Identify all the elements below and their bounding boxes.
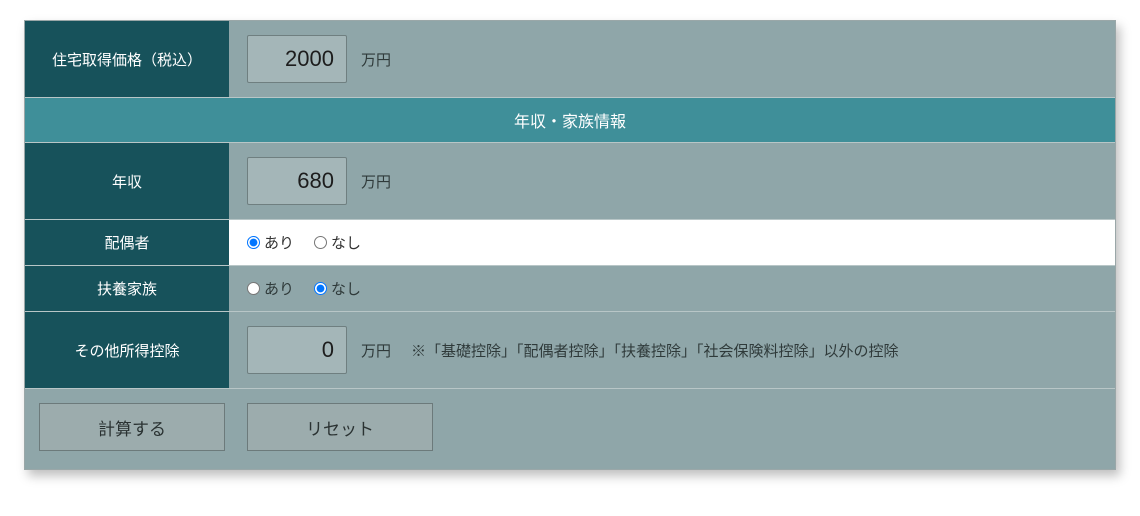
field-dependents: あり なし <box>229 266 1115 311</box>
field-price: 万円 <box>229 21 1115 97</box>
input-income[interactable] <box>247 157 347 205</box>
radio-group-spouse: あり なし <box>247 232 361 253</box>
row-other-deduction: その他所得控除 万円 ※「基礎控除」「配偶者控除」「扶養控除」「社会保険料控除」… <box>25 312 1115 389</box>
radio-spouse-yes[interactable]: あり <box>247 232 294 253</box>
radio-spouse-yes-label: あり <box>264 232 294 253</box>
unit-price: 万円 <box>361 49 391 70</box>
label-spouse: 配偶者 <box>25 220 229 265</box>
radio-dependents-yes[interactable]: あり <box>247 278 294 299</box>
radio-dependents-yes-input[interactable] <box>247 282 260 295</box>
field-other-deduction: 万円 ※「基礎控除」「配偶者控除」「扶養控除」「社会保険料控除」以外の控除 <box>229 312 1115 388</box>
field-income: 万円 <box>229 143 1115 219</box>
radio-spouse-no-input[interactable] <box>314 236 327 249</box>
section-header-family: 年収・家族情報 <box>25 98 1115 143</box>
input-price[interactable] <box>247 35 347 83</box>
radio-dependents-no[interactable]: なし <box>314 278 361 299</box>
row-spouse: 配偶者 あり なし <box>25 220 1115 266</box>
row-income: 年収 万円 <box>25 143 1115 220</box>
radio-group-dependents: あり なし <box>247 278 361 299</box>
radio-dependents-no-label: なし <box>331 278 361 299</box>
radio-spouse-no[interactable]: なし <box>314 232 361 253</box>
input-other-deduction[interactable] <box>247 326 347 374</box>
form-panel: 住宅取得価格（税込） 万円 年収・家族情報 年収 万円 配偶者 あり なし <box>24 20 1116 470</box>
note-other-deduction: ※「基礎控除」「配偶者控除」「扶養控除」「社会保険料控除」以外の控除 <box>411 340 899 361</box>
radio-dependents-no-input[interactable] <box>314 282 327 295</box>
label-income: 年収 <box>25 143 229 219</box>
field-spouse: あり なし <box>229 220 1115 265</box>
unit-income: 万円 <box>361 171 391 192</box>
row-price: 住宅取得価格（税込） 万円 <box>25 21 1115 98</box>
radio-dependents-yes-label: あり <box>264 278 294 299</box>
radio-spouse-yes-input[interactable] <box>247 236 260 249</box>
label-dependents: 扶養家族 <box>25 266 229 311</box>
row-dependents: 扶養家族 あり なし <box>25 266 1115 312</box>
reset-button[interactable]: リセット <box>247 403 433 451</box>
calc-button[interactable]: 計算する <box>39 403 225 451</box>
action-row: 計算する リセット <box>25 389 1115 469</box>
unit-other-deduction: 万円 <box>361 340 391 361</box>
label-other-deduction: その他所得控除 <box>25 312 229 388</box>
radio-spouse-no-label: なし <box>331 232 361 253</box>
label-price: 住宅取得価格（税込） <box>25 21 229 97</box>
